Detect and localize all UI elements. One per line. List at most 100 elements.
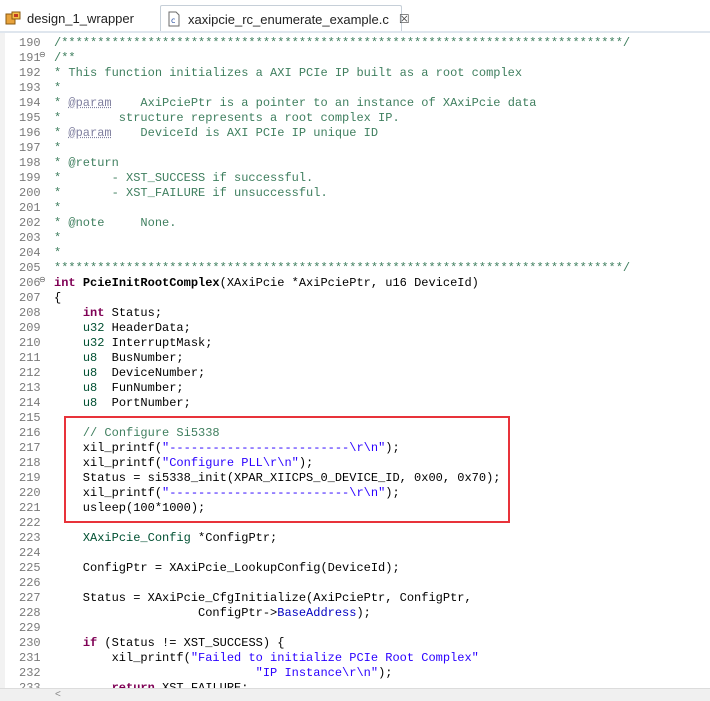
code-line[interactable]: 228 ConfigPtr->BaseAddress); (0, 606, 710, 621)
line-number: 219 (19, 471, 41, 485)
code-token: FunNumber; (97, 381, 184, 395)
code-line[interactable]: 216 // Configure Si5338 (0, 426, 710, 441)
code-line[interactable]: 211 u8 BusNumber; (0, 351, 710, 366)
code-text: xil_printf("Failed to initialize PCIe Ro… (54, 651, 479, 666)
line-number: 227 (19, 591, 41, 605)
line-number: 226 (19, 576, 41, 590)
code-line[interactable]: 206 ⊖ int PcieInitRootComplex(XAxiPcie *Ax… (0, 276, 710, 291)
code-token: * @return (54, 156, 119, 170)
line-number: 214 (19, 396, 41, 410)
code-text: * @param AxiPciePtr is a pointer to an i… (54, 96, 537, 111)
code-token: u8 (82, 366, 98, 380)
tab-design-1-wrapper[interactable]: design_1_wrapper (2, 5, 159, 32)
code-line[interactable]: 217 xil_printf("------------------------… (0, 441, 710, 456)
code-line[interactable]: 203 * (0, 231, 710, 246)
block-design-icon (5, 11, 21, 27)
code-line[interactable]: 207 { (0, 291, 710, 306)
code-token: int (82, 306, 105, 320)
code-line[interactable]: 214 u8 PortNumber; (0, 396, 710, 411)
code-token: PcieInitRootComplex (82, 276, 220, 290)
code-line[interactable]: 232 "IP Instance\r\n"); (0, 666, 710, 681)
code-token: * - XST_FAILURE if unsuccessful. (54, 186, 328, 200)
code-line[interactable]: 193 * (0, 81, 710, 96)
code-line[interactable]: 215 (0, 411, 710, 426)
code-line[interactable]: 192 * This function initializes a AXI PCI… (0, 66, 710, 81)
horizontal-scrollbar[interactable]: < (0, 688, 710, 701)
code-line[interactable]: 221 usleep(100*1000); (0, 501, 710, 516)
code-line[interactable]: 201 * (0, 201, 710, 216)
code-text: int PcieInitRootComplex(XAxiPcie *AxiPci… (54, 276, 479, 291)
code-text: // Configure Si5338 (54, 426, 220, 441)
code-line[interactable]: 219 Status = si5338_init(XPAR_XIICPS_0_D… (0, 471, 710, 486)
svg-text:c: c (171, 16, 175, 25)
code-line[interactable]: 195 * structure represents a root complex… (0, 111, 710, 126)
code-line[interactable]: 226 (0, 576, 710, 591)
code-line[interactable]: 194 * @param AxiPciePtr is a pointer to a… (0, 96, 710, 111)
code-text: ConfigPtr = XAxiPcie_LookupConfig(Device… (54, 561, 400, 576)
code-line[interactable]: 225 ConfigPtr = XAxiPcie_LookupConfig(De… (0, 561, 710, 576)
scroll-left-icon[interactable]: < (55, 689, 61, 701)
fold-toggle-icon[interactable]: ⊖ (39, 276, 48, 285)
code-text: Status = si5338_init(XPAR_XIICPS_0_DEVIC… (54, 471, 501, 486)
line-number: 216 (19, 426, 41, 440)
code-line[interactable]: 191 ⊖/** (0, 51, 710, 66)
code-text: * - XST_FAILURE if unsuccessful. (54, 186, 328, 201)
code-line[interactable]: 208 int Status; (0, 306, 710, 321)
code-token: XAxiPcie_Config (82, 531, 191, 545)
code-token: xil_printf( (54, 456, 163, 470)
code-line[interactable]: 220 xil_printf("------------------------… (0, 486, 710, 501)
line-number: 203 (19, 231, 41, 245)
code-line[interactable]: 222 (0, 516, 710, 531)
fold-toggle-icon[interactable]: ⊖ (39, 51, 48, 60)
code-line[interactable]: 230 if (Status != XST_SUCCESS) { (0, 636, 710, 651)
line-number: 218 (19, 456, 41, 470)
code-text: * (54, 231, 61, 246)
code-token: * This function initializes a AXI PCIe I… (54, 66, 523, 80)
code-token: BaseAddress (277, 606, 357, 620)
code-token: * structure represents a root complex IP… (54, 111, 400, 125)
code-line[interactable]: 212 u8 DeviceNumber; (0, 366, 710, 381)
code-token: Status = XAxiPcie_CfgInitialize(AxiPcieP… (54, 591, 472, 605)
editor-tab-bar: design_1_wrapper c xaxipcie_rc_enumerate… (0, 0, 710, 33)
code-line[interactable]: 231 xil_printf("Failed to initialize PCI… (0, 651, 710, 666)
code-line[interactable]: 204 * (0, 246, 710, 261)
code-text: /** (54, 51, 76, 66)
code-token: InterruptMask; (104, 336, 213, 350)
code-line[interactable]: 229 (0, 621, 710, 636)
line-number: 224 (19, 546, 41, 560)
code-token: /** (54, 51, 76, 65)
code-text: /***************************************… (54, 36, 630, 51)
close-icon[interactable]: ☒ (399, 12, 410, 26)
code-line[interactable]: 190 /************************************… (0, 36, 710, 51)
code-token: return (111, 681, 155, 688)
code-token: "IP Instance\r\n" (255, 666, 379, 680)
code-token: * (54, 201, 62, 215)
code-line[interactable]: 224 (0, 546, 710, 561)
code-line[interactable]: 199 * - XST_SUCCESS if successful. (0, 171, 710, 186)
line-number: 212 (19, 366, 41, 380)
code-line[interactable]: 198 * @return (0, 156, 710, 171)
code-line[interactable]: 205 *************************************… (0, 261, 710, 276)
code-line[interactable]: 202 * @note None. (0, 216, 710, 231)
code-line[interactable]: 213 u8 FunNumber; (0, 381, 710, 396)
code-line[interactable]: 223 XAxiPcie_Config *ConfigPtr; (0, 531, 710, 546)
code-editor[interactable]: 190/************************************… (0, 33, 710, 688)
line-number: 233 (19, 681, 41, 688)
code-text: int Status; (54, 306, 162, 321)
line-number: 220 (19, 486, 41, 500)
code-token: // Configure Si5338 (82, 426, 220, 440)
code-text: * (54, 81, 61, 96)
code-line[interactable]: 218 xil_printf("Configure PLL\r\n"); (0, 456, 710, 471)
tab-xaxipcie-rc-enumerate-example[interactable]: c xaxipcie_rc_enumerate_example.c ☒ (160, 5, 410, 32)
code-line[interactable]: 233 return XST_FAILURE; (0, 681, 710, 688)
code-line[interactable]: 196 * @param DeviceId is AXI PCIe IP uniq… (0, 126, 710, 141)
code-line[interactable]: 200 * - XST_FAILURE if unsuccessful. (0, 186, 710, 201)
code-token: @param (68, 126, 112, 140)
code-line[interactable]: 197 * (0, 141, 710, 156)
code-line[interactable]: 227 Status = XAxiPcie_CfgInitialize(AxiP… (0, 591, 710, 606)
code-line[interactable]: 210 u32 InterruptMask; (0, 336, 710, 351)
code-line[interactable]: 209 u32 HeaderData; (0, 321, 710, 336)
